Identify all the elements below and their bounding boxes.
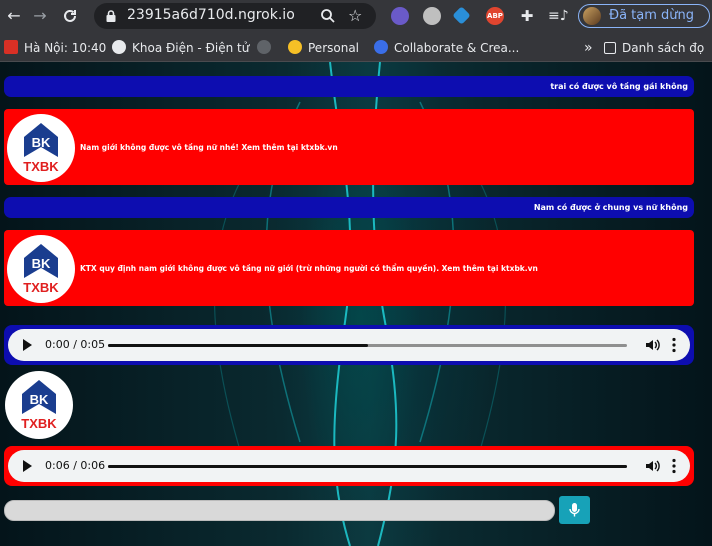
more-options-icon[interactable] xyxy=(672,458,676,474)
adblock-plus-icon[interactable]: ABP xyxy=(486,7,504,25)
user-audio-message: 0:00 / 0:05 xyxy=(4,325,694,365)
bot-message: BK TXBK Nam giới không được vô tầng nữ n… xyxy=(4,109,694,185)
logo-mark: BK xyxy=(30,392,49,407)
bookmark-film[interactable] xyxy=(257,39,277,57)
bot-audio-message: 0:06 / 0:06 xyxy=(4,446,694,486)
bookmark-label: Personal xyxy=(308,41,360,55)
bookmark-star-icon[interactable]: ☆ xyxy=(348,6,362,25)
txbk-logo: BK TXBK xyxy=(7,235,75,303)
logo-text: TXBK xyxy=(23,159,59,174)
bookmark-personal[interactable]: Personal xyxy=(288,39,359,57)
bookmark-label: Khoa Điện - Điện tử xyxy=(132,41,250,55)
logo-text: TXBK xyxy=(23,280,59,295)
film-reel-icon xyxy=(257,40,271,54)
logo-mark: BK xyxy=(32,135,51,150)
message-input[interactable] xyxy=(4,500,555,521)
bookmark-collaborate[interactable]: Collaborate & Crea... xyxy=(374,39,519,57)
audio-seek-bar[interactable] xyxy=(108,465,627,468)
user-message: Nam có được ở chung vs nữ không xyxy=(4,197,694,218)
logo-text: TXBK xyxy=(21,416,57,431)
bot-message-text: KTX quy định nam giới không được vô tầng… xyxy=(80,263,538,273)
url-text[interactable]: 23915a6d710d.ngrok.io xyxy=(127,7,295,23)
more-options-icon[interactable] xyxy=(672,337,676,353)
audio-time: 0:06 / 0:06 xyxy=(45,459,106,472)
address-bar[interactable]: 23915a6d710d.ngrok.io ☆ xyxy=(94,3,376,29)
collaborate-icon xyxy=(374,40,388,54)
avatar xyxy=(583,7,601,25)
audio-player: 0:06 / 0:06 xyxy=(8,450,690,482)
shield-extension-icon[interactable] xyxy=(423,7,441,25)
globe-icon xyxy=(112,40,126,54)
bookmark-weather[interactable]: Hà Nội: 10:40 xyxy=(4,39,106,57)
diamond-extension-icon[interactable] xyxy=(452,6,471,25)
chat-page: trai có được vô tầng gái không BK TXBK N… xyxy=(0,62,712,546)
browser-toolbar: ← → 23915a6d710d.ngrok.io ☆ ABP ✚ ≡♪ Đã … xyxy=(0,0,712,32)
media-controls-icon[interactable]: ≡♪ xyxy=(548,6,569,26)
puzzle-extensions-icon[interactable]: ✚ xyxy=(517,6,537,26)
lock-icon[interactable] xyxy=(104,9,118,23)
volume-icon[interactable] xyxy=(644,458,660,474)
logo-mark: BK xyxy=(32,256,51,271)
owl-extension-icon[interactable] xyxy=(391,7,409,25)
mic-button[interactable] xyxy=(559,496,590,524)
play-icon[interactable] xyxy=(23,460,32,472)
profile-status: Đã tạm dừng xyxy=(609,8,695,23)
audio-progress xyxy=(108,465,627,468)
profile-paused-chip[interactable]: Đã tạm dừng xyxy=(578,4,710,28)
bot-message: BK TXBK KTX quy định nam giới không được… xyxy=(4,230,694,306)
bookmarks-overflow-button[interactable]: » xyxy=(584,39,593,57)
txbk-logo: BK TXBK xyxy=(7,114,75,182)
weather-icon xyxy=(4,40,18,54)
forward-arrow-icon[interactable]: → xyxy=(30,6,50,26)
bookmark-label: Collaborate & Crea... xyxy=(394,41,520,55)
play-icon[interactable] xyxy=(23,339,32,351)
audio-time: 0:00 / 0:05 xyxy=(45,338,106,351)
smiley-icon xyxy=(288,40,302,54)
reading-list-icon xyxy=(604,42,616,54)
reload-icon[interactable] xyxy=(60,6,80,26)
user-message: trai có được vô tầng gái không xyxy=(4,76,694,97)
bookmark-label: Hà Nội: 10:40 xyxy=(24,41,107,55)
user-message-text: trai có được vô tầng gái không xyxy=(4,76,694,97)
reading-list-button[interactable]: Danh sách đọ xyxy=(604,39,712,57)
txbk-logo: BK TXBK xyxy=(5,371,73,439)
volume-icon[interactable] xyxy=(644,337,660,353)
audio-seek-bar[interactable] xyxy=(108,344,627,347)
zoom-icon[interactable] xyxy=(320,8,336,24)
audio-progress xyxy=(108,344,368,347)
bookmark-khoa-dien[interactable]: Khoa Điện - Điện tử xyxy=(112,39,249,57)
bookmarks-bar: Hà Nội: 10:40 Khoa Điện - Điện tử Person… xyxy=(0,32,712,62)
back-arrow-icon[interactable]: ← xyxy=(4,6,24,26)
bot-message-text: Nam giới không được vô tầng nữ nhé! Xem … xyxy=(80,142,338,152)
microphone-icon xyxy=(569,503,580,517)
audio-player: 0:00 / 0:05 xyxy=(8,329,690,361)
reading-list-label: Danh sách đọ xyxy=(622,41,705,55)
user-message-text: Nam có được ở chung vs nữ không xyxy=(4,197,694,218)
